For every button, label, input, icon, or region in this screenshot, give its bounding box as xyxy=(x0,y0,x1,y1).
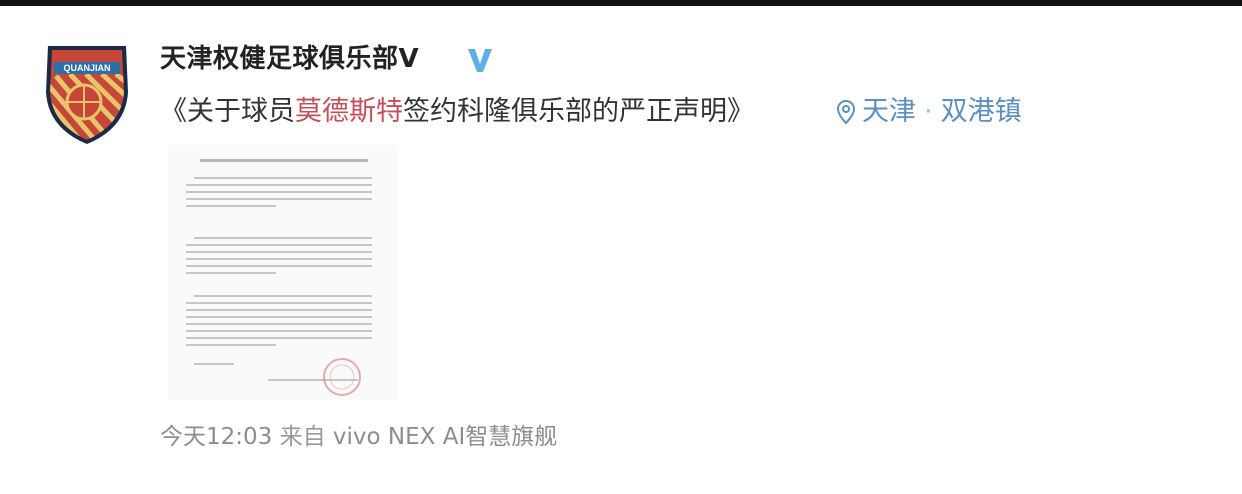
doc-text-line xyxy=(186,309,372,311)
doc-text-line xyxy=(194,177,372,179)
post-time[interactable]: 今天12:03 xyxy=(160,424,272,450)
location-area: 双港镇 xyxy=(940,96,1022,127)
source-prefix: 来自 xyxy=(279,424,326,450)
doc-text-line xyxy=(186,184,372,186)
location-city: 天津 xyxy=(862,96,916,127)
player-name-link[interactable]: 莫德斯特 xyxy=(295,96,403,127)
doc-text-line xyxy=(186,337,372,339)
location-link[interactable]: 天津 · 双港镇 xyxy=(836,94,1022,130)
doc-text-line xyxy=(186,198,372,200)
avatar-badge-text: QUANJIAN xyxy=(63,63,110,73)
location-separator: · xyxy=(924,96,933,127)
post-text: 《关于球员莫德斯特签约科隆俱乐部的严正声明》 xyxy=(160,94,754,130)
doc-text-line xyxy=(186,323,372,325)
doc-text-line xyxy=(186,251,372,253)
doc-text-line xyxy=(194,295,372,297)
doc-closing-line xyxy=(194,363,234,365)
doc-title-line xyxy=(200,159,368,162)
post-meta: 今天12:03 来自 vivo NEX AI智慧旗舰 xyxy=(160,422,557,452)
club-avatar[interactable]: QUANJIAN xyxy=(44,40,130,144)
top-divider-bar xyxy=(0,0,1242,6)
doc-text-line xyxy=(186,191,372,193)
doc-text-line xyxy=(186,330,372,332)
post-text-after: 签约科隆俱乐部的严正声明》 xyxy=(403,96,754,127)
verified-v-icon xyxy=(468,49,492,72)
statement-document-image[interactable] xyxy=(168,145,398,400)
doc-text-line xyxy=(186,205,276,207)
doc-text-line xyxy=(186,272,276,274)
post-text-before: 《关于球员 xyxy=(160,96,295,127)
doc-text-line xyxy=(186,265,372,267)
post-username[interactable]: 天津权健足球俱乐部V xyxy=(160,44,419,74)
doc-text-line xyxy=(186,302,372,304)
doc-text-line xyxy=(186,258,372,260)
source-device[interactable]: vivo NEX AI智慧旗舰 xyxy=(333,424,557,450)
doc-text-line xyxy=(186,316,372,318)
doc-text-line xyxy=(186,244,372,246)
location-pin-icon xyxy=(836,99,856,125)
club-crest-icon: QUANJIAN xyxy=(46,46,128,144)
doc-text-line xyxy=(194,237,372,239)
doc-seal-stamp xyxy=(323,358,361,396)
doc-text-line xyxy=(186,344,276,346)
